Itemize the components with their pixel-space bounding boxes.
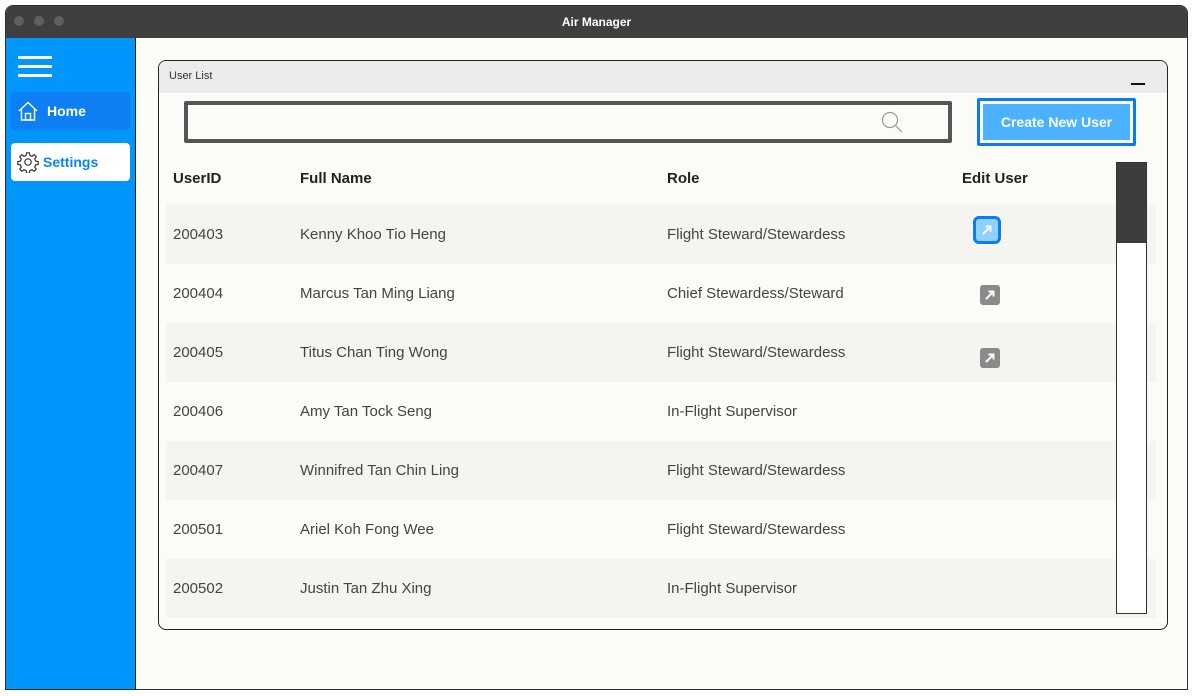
search-box[interactable] [184, 101, 952, 143]
panel-title: User List [169, 70, 213, 82]
cell-userid: 200407 [173, 462, 224, 479]
gear-icon [17, 151, 39, 173]
column-header-edit-user: Edit User [962, 170, 1028, 187]
cell-userid: 200403 [173, 226, 224, 243]
window-title: Air Manager [561, 15, 632, 29]
edit-user-icon[interactable] [976, 219, 998, 241]
user-list-panel: User List Create New User UserID Full Na… [158, 60, 1168, 630]
cell-role: Flight Steward/Stewardess [667, 462, 846, 479]
cell-role: Flight Steward/Stewardess [667, 226, 846, 243]
edit-user-icon[interactable] [980, 285, 1000, 305]
create-new-user-button[interactable]: Create New User [977, 98, 1136, 146]
search-icon[interactable] [880, 110, 904, 134]
sidebar-item-label: Settings [43, 154, 99, 170]
sidebar-item-home[interactable]: Home [11, 92, 130, 130]
cell-full-name: Justin Tan Zhu Xing [300, 580, 432, 597]
title-bar: Air Manager [6, 6, 1187, 38]
home-icon [17, 100, 39, 122]
table-row[interactable]: 200406 Amy Tan Tock Seng In-Flight Super… [166, 382, 1156, 441]
column-header-userid: UserID [173, 170, 222, 187]
cell-role: In-Flight Supervisor [667, 580, 798, 597]
cell-role: Chief Stewardess/Steward [667, 285, 844, 302]
cell-full-name: Winnifred Tan Chin Ling [300, 462, 459, 479]
sidebar: Home Settings [6, 38, 136, 689]
cell-userid: 200501 [173, 521, 224, 538]
create-new-user-label: Create New User [983, 104, 1130, 140]
table-row[interactable]: 200501 Ariel Koh Fong Wee Flight Steward… [166, 500, 1156, 559]
cell-full-name: Ariel Koh Fong Wee [300, 521, 434, 538]
cell-full-name: Titus Chan Ting Wong [300, 344, 448, 361]
search-input[interactable] [188, 105, 878, 141]
cell-role: Flight Steward/Stewardess [667, 521, 846, 538]
table-row[interactable]: 200403 Kenny Khoo Tio Heng Flight Stewar… [166, 205, 1156, 264]
cell-full-name: Marcus Tan Ming Liang [300, 285, 455, 302]
scrollbar-thumb[interactable] [1117, 163, 1146, 243]
table-row[interactable]: 200405 Titus Chan Ting Wong Flight Stewa… [166, 323, 1156, 382]
cell-userid: 200406 [173, 403, 224, 420]
hamburger-icon[interactable] [18, 56, 52, 78]
table-scrollbar[interactable] [1116, 162, 1147, 614]
table-row[interactable]: 200502 Justin Tan Zhu Xing In-Flight Sup… [166, 559, 1156, 618]
cell-full-name: Kenny Khoo Tio Heng [300, 226, 446, 243]
sidebar-item-settings[interactable]: Settings [11, 143, 130, 181]
table-row[interactable]: 200404 Marcus Tan Ming Liang Chief Stewa… [166, 264, 1156, 323]
cell-userid: 200405 [173, 344, 224, 361]
cell-userid: 200502 [173, 580, 224, 597]
panel-header: User List [159, 61, 1167, 93]
cell-full-name: Amy Tan Tock Seng [300, 403, 433, 420]
cell-userid: 200404 [173, 285, 224, 302]
column-header-full-name: Full Name [300, 170, 372, 187]
cell-role: Flight Steward/Stewardess [667, 344, 846, 361]
minimize-icon[interactable] [1131, 83, 1145, 85]
column-header-role: Role [667, 170, 700, 187]
app-window: Air Manager Home Settings User List Crea… [5, 5, 1188, 690]
edit-user-icon[interactable] [980, 348, 1000, 368]
cell-role: In-Flight Supervisor [667, 403, 798, 420]
table-row[interactable]: 200407 Winnifred Tan Chin Ling Flight St… [166, 441, 1156, 500]
sidebar-item-label: Home [47, 103, 86, 119]
